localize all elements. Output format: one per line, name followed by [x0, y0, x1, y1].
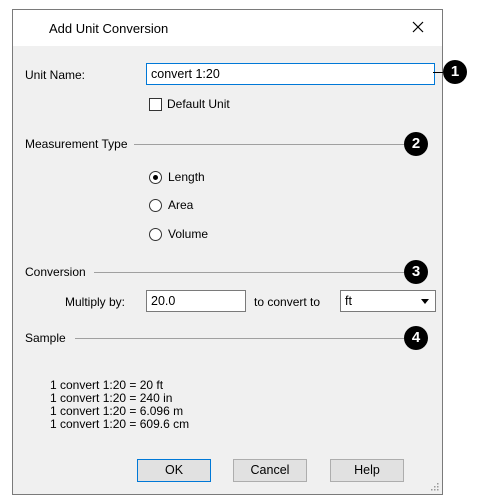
unit-select[interactable]: ft: [340, 290, 436, 312]
callout-4: 4: [404, 326, 428, 350]
measurement-type-divider: [134, 144, 404, 145]
unit-name-input[interactable]: convert 1:20: [146, 63, 435, 85]
callout-1-leader: [433, 72, 443, 73]
callout-2: 2: [404, 132, 428, 156]
chevron-down-icon: [421, 299, 429, 304]
sample-divider: [75, 338, 404, 339]
resize-grip-icon[interactable]: [429, 481, 439, 491]
callout-3: 3: [404, 260, 428, 284]
sample-heading: Sample: [25, 331, 66, 345]
conversion-heading: Conversion: [25, 265, 86, 279]
measurement-type-heading: Measurement Type: [25, 137, 128, 151]
to-convert-to-label: to convert to: [254, 295, 321, 309]
dialog-title: Add Unit Conversion: [49, 21, 169, 36]
sample-line: 1 convert 1:20 = 20 ft: [50, 378, 164, 392]
volume-label: Volume: [168, 227, 209, 241]
sample-line: 1 convert 1:20 = 6.096 m: [50, 404, 184, 418]
cancel-button[interactable]: Cancel: [233, 459, 307, 482]
default-unit-label: Default Unit: [167, 97, 230, 111]
title-bar: Add Unit Conversion: [13, 10, 442, 46]
unit-name-label: Unit Name:: [25, 68, 86, 82]
area-label: Area: [168, 198, 194, 212]
add-unit-conversion-dialog: Add Unit Conversion Unit Name: convert 1…: [12, 9, 443, 495]
multiply-by-label: Multiply by:: [65, 295, 126, 309]
sample-line: 1 convert 1:20 = 609.6 cm: [50, 417, 190, 431]
callout-1: 1: [443, 60, 467, 84]
dialog-body: Unit Name: convert 1:20 Default Unit Mea…: [13, 46, 442, 494]
close-icon[interactable]: [406, 15, 430, 39]
default-unit-checkbox[interactable]: [149, 98, 162, 111]
length-radio[interactable]: [149, 171, 162, 184]
unit-select-value: ft: [345, 294, 352, 308]
help-button[interactable]: Help: [330, 459, 404, 482]
ok-button[interactable]: OK: [137, 459, 211, 482]
multiply-by-input[interactable]: 20.0: [146, 290, 246, 312]
sample-line: 1 convert 1:20 = 240 in: [50, 391, 173, 405]
radio-selected-dot: [153, 175, 158, 180]
length-label: Length: [168, 170, 205, 184]
volume-radio[interactable]: [149, 228, 162, 241]
area-radio[interactable]: [149, 199, 162, 212]
conversion-divider: [94, 272, 404, 273]
